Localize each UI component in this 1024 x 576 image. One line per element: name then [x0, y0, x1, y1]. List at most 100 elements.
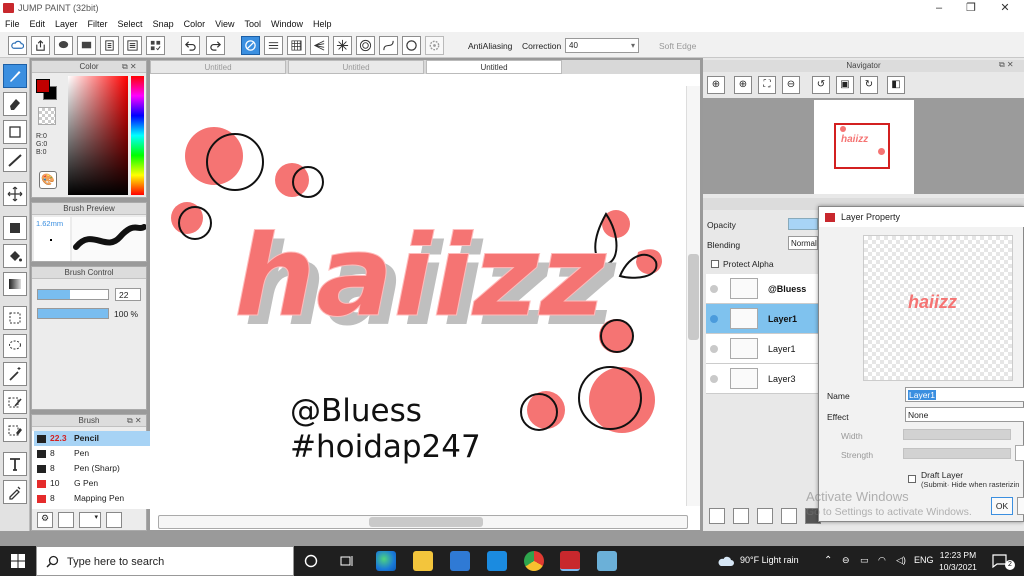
message-icon[interactable] — [77, 36, 96, 55]
menu-snap[interactable]: Snap — [148, 16, 179, 29]
brush-item[interactable]: 22.3 Pencil — [34, 431, 158, 446]
layer-row[interactable]: Layer3 — [706, 364, 821, 394]
select-pen-tool-icon[interactable] — [3, 390, 27, 414]
new-layer-icon[interactable] — [709, 508, 725, 524]
menu-filter[interactable]: Filter — [83, 16, 113, 29]
fit-window-icon[interactable]: ⛶ — [758, 76, 776, 94]
palette-icon[interactable]: 🎨 — [39, 171, 57, 189]
panel-float-icon[interactable]: ⧉ ✕ — [999, 60, 1014, 70]
brush-settings-icon[interactable]: ⚙ — [37, 512, 53, 528]
brush-item[interactable]: 8 Pen — [34, 446, 158, 461]
chrome-icon[interactable] — [524, 551, 544, 571]
menu-edit[interactable]: Edit — [25, 16, 51, 29]
layer-name-input[interactable]: Layer1 — [905, 387, 1024, 402]
brush-size-slider[interactable] — [37, 289, 109, 300]
magic-wand-tool-icon[interactable] — [3, 362, 27, 386]
brush-item[interactable]: 10 G Pen — [34, 476, 158, 491]
blending-select[interactable]: Normal — [788, 236, 818, 250]
brush-item[interactable]: 8 Pen (Sharp) — [34, 461, 158, 476]
file-explorer-icon[interactable] — [413, 551, 433, 571]
horizontal-scrollbar[interactable] — [158, 515, 688, 529]
document-icon[interactable] — [100, 36, 119, 55]
rectangle-tool-icon[interactable] — [3, 120, 27, 144]
rotate-right-icon[interactable]: ↻ — [860, 76, 878, 94]
cancel-button[interactable] — [1017, 497, 1024, 515]
brush-item[interactable]: 8 Mapping Pen — [34, 491, 158, 506]
gradient-tool-icon[interactable] — [3, 272, 27, 296]
close-button[interactable]: ✕ — [990, 0, 1020, 16]
menu-help[interactable]: Help — [308, 16, 337, 29]
brush-size-input[interactable]: 22 — [115, 288, 141, 301]
share-icon[interactable] — [31, 36, 50, 55]
grid-icon[interactable] — [287, 36, 306, 55]
layer-row[interactable]: Layer1 — [706, 334, 821, 364]
reset-rotation-icon[interactable]: ▣ — [836, 76, 854, 94]
foreground-color-swatch[interactable] — [36, 79, 50, 93]
eyedropper-tool-icon[interactable] — [3, 480, 27, 504]
select-rect-tool-icon[interactable] — [3, 306, 27, 330]
correction-select[interactable]: 40 ▾ — [565, 38, 639, 53]
mail-icon[interactable] — [487, 551, 507, 571]
saturation-value-picker[interactable] — [68, 76, 128, 195]
vanishing-point-icon[interactable] — [310, 36, 329, 55]
new-brush-icon[interactable] — [58, 512, 74, 528]
brush-tool-icon[interactable] — [3, 64, 27, 88]
menu-color[interactable]: Color — [179, 16, 211, 29]
document-list-icon[interactable] — [123, 36, 142, 55]
horizontal-scroll-thumb[interactable] — [369, 517, 483, 527]
curve-icon[interactable] — [379, 36, 398, 55]
zoom-fit-icon[interactable]: ⊕ — [707, 76, 725, 94]
navigator-view[interactable]: haiizz — [703, 98, 1024, 194]
cloud-icon[interactable] — [8, 36, 27, 55]
hue-slider[interactable] — [131, 76, 144, 195]
jump-paint-taskbar-icon[interactable] — [560, 551, 580, 571]
line-tool-icon[interactable] — [3, 148, 27, 172]
menu-select[interactable]: Select — [113, 16, 148, 29]
brush-opacity-slider[interactable] — [37, 308, 109, 319]
radial-lines-icon[interactable] — [333, 36, 352, 55]
eraser-tool-icon[interactable] — [3, 92, 27, 116]
wifi-icon[interactable]: ◠ — [878, 555, 886, 566]
menu-window[interactable]: Window — [266, 16, 308, 29]
draft-layer-checkbox[interactable] — [908, 475, 916, 483]
polygon-icon[interactable] — [402, 36, 421, 55]
duplicate-layer-icon[interactable] — [757, 508, 773, 524]
snap-off-icon[interactable] — [241, 36, 260, 55]
strength-slider[interactable] — [903, 448, 1011, 459]
effect-select[interactable]: None — [905, 407, 1024, 422]
ok-button[interactable]: OK — [991, 497, 1013, 515]
eye-icon[interactable] — [710, 285, 718, 293]
minimize-button[interactable]: – — [924, 0, 954, 16]
menu-tool[interactable]: Tool — [239, 16, 266, 29]
battery-icon[interactable]: ▭ — [860, 555, 869, 566]
vertical-scrollbar[interactable] — [686, 86, 700, 506]
flip-icon[interactable]: ◧ — [887, 76, 905, 94]
microsoft-store-icon[interactable] — [450, 551, 470, 571]
concentric-circles-icon[interactable] — [356, 36, 375, 55]
bucket-tool-icon[interactable] — [3, 244, 27, 268]
brush-copy-icon[interactable]: ▾ — [79, 512, 101, 528]
canvas-area[interactable]: haiizz haiizz @Bluess #hoidap247 — [150, 74, 700, 530]
menu-layer[interactable]: Layer — [50, 16, 83, 29]
zoom-in-icon[interactable]: ⊕ — [734, 76, 752, 94]
delete-brush-icon[interactable] — [106, 512, 122, 528]
select-eraser-tool-icon[interactable] — [3, 418, 27, 442]
language-indicator[interactable]: ENG — [914, 555, 934, 565]
taskbar-search-box[interactable]: Type here to search — [36, 546, 294, 576]
menu-view[interactable]: View — [210, 16, 239, 29]
lasso-tool-icon[interactable] — [3, 334, 27, 358]
protect-alpha-checkbox[interactable] — [711, 260, 719, 268]
zoom-out-icon[interactable]: ⊖ — [782, 76, 800, 94]
volume-icon[interactable]: ◁) — [896, 555, 906, 566]
panel-float-icon[interactable]: ⧉ ✕ — [122, 62, 137, 72]
layer-row[interactable]: Layer1 — [706, 304, 821, 334]
eye-icon[interactable] — [710, 345, 718, 353]
tab-untitled-3[interactable]: Untitled — [426, 60, 562, 74]
new-folder-icon[interactable] — [733, 508, 749, 524]
eye-icon[interactable] — [710, 315, 718, 323]
comment-icon[interactable] — [54, 36, 73, 55]
layer-row[interactable]: @Bluess — [706, 274, 821, 304]
app-taskbar-icon[interactable] — [597, 551, 617, 571]
grid-check-icon[interactable] — [146, 36, 165, 55]
opacity-slider[interactable] — [788, 218, 818, 230]
